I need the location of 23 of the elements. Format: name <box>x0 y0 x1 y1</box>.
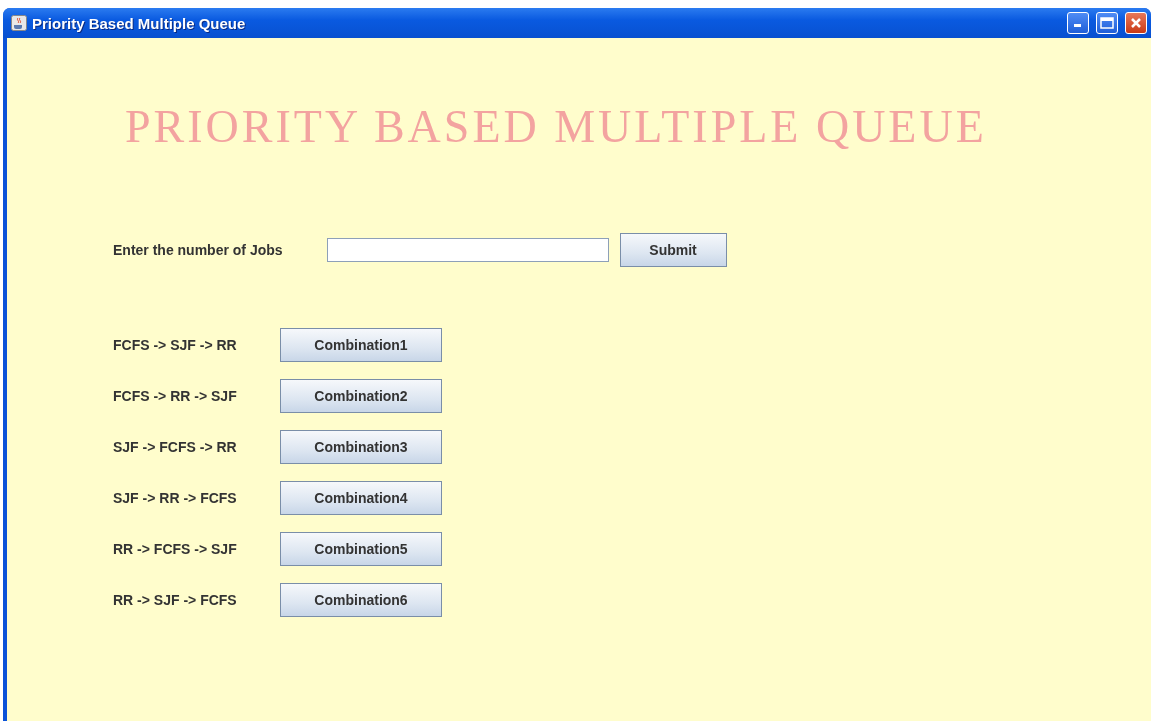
combination-order-label: FCFS -> SJF -> RR <box>113 337 238 353</box>
close-button[interactable] <box>1125 12 1147 34</box>
combination-button[interactable]: Combination3 <box>280 430 442 464</box>
combination-button[interactable]: Combination5 <box>280 532 442 566</box>
close-icon <box>1130 17 1142 29</box>
combination-order-label: SJF -> RR -> FCFS <box>113 490 238 506</box>
app-heading: PRIORITY BASED MULTIPLE QUEUE <box>125 104 988 150</box>
jobs-input-field[interactable] <box>326 238 609 262</box>
java-cup-icon <box>11 15 27 31</box>
maximize-button[interactable] <box>1096 12 1118 34</box>
minimize-button[interactable] <box>1067 12 1089 34</box>
jobs-label: Enter the number of Jobs <box>113 242 283 258</box>
combination-button[interactable]: Combination4 <box>280 481 442 515</box>
combination-button[interactable]: Combination6 <box>280 583 442 617</box>
combination-order-label: RR -> SJF -> FCFS <box>113 592 238 608</box>
combination-button[interactable]: Combination2 <box>280 379 442 413</box>
combination-button[interactable]: Combination1 <box>280 328 442 362</box>
combination-order-label: RR -> FCFS -> SJF <box>113 541 238 557</box>
window-title: Priority Based Multiple Queue <box>32 14 247 32</box>
combination-order-label: SJF -> FCFS -> RR <box>113 439 238 455</box>
maximize-icon <box>1100 17 1114 29</box>
combination-order-label: FCFS -> RR -> SJF <box>113 388 238 404</box>
submit-button[interactable]: Submit <box>619 233 727 267</box>
